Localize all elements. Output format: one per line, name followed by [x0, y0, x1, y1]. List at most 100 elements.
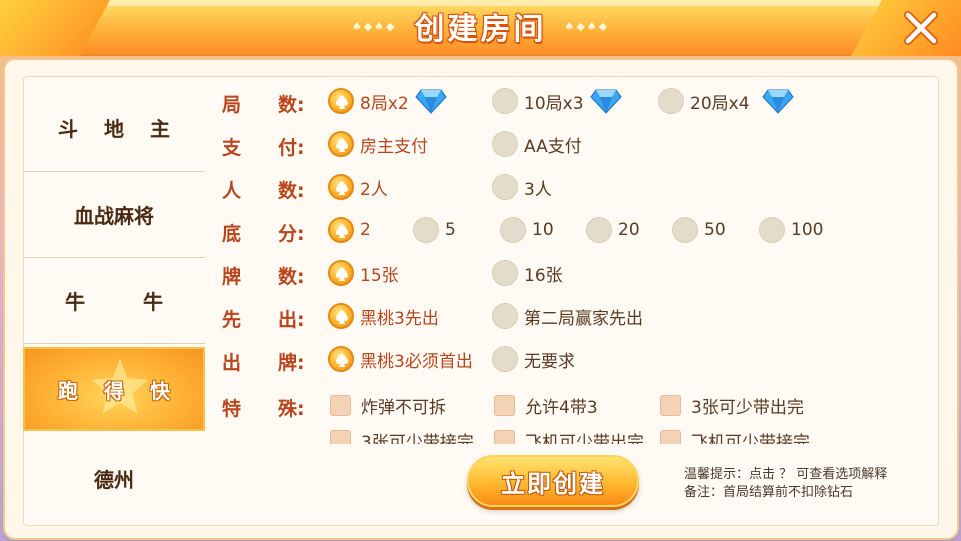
option-label: 黑桃3必须首出 — [360, 351, 473, 372]
option-rounds-8[interactable]: 8局x2 — [328, 88, 447, 114]
checkbox-box — [660, 395, 681, 416]
option-rounds-10[interactable]: 10局x3 — [492, 88, 622, 114]
radio-selected — [328, 217, 354, 243]
option-cards-16[interactable]: 16张 — [492, 260, 563, 286]
option-players-3[interactable]: 3人 — [492, 174, 552, 200]
sidebar-item-niuniu[interactable]: 牛牛 — [23, 258, 205, 344]
radio-unselected — [492, 88, 518, 114]
special-options-overflow: 3张可少带接完 飞机可少带出完 飞机可少带接完 — [222, 424, 942, 444]
checkbox-3-less-connect[interactable]: 3张可少带接完 — [330, 428, 474, 444]
option-rounds-20[interactable]: 20局x4 — [658, 88, 794, 114]
option-score-50[interactable]: 50 — [672, 217, 726, 243]
option-pay-aa[interactable]: AA支付 — [492, 131, 582, 157]
title-deco-left: ♠◆♠◆ — [351, 19, 397, 33]
radio-unselected — [413, 217, 439, 243]
option-score-100[interactable]: 100 — [759, 217, 823, 243]
option-label: 10局x3 — [524, 93, 584, 114]
diamond-icon — [415, 89, 447, 114]
option-label: 无要求 — [524, 351, 575, 372]
sidebar-item-xuezhan[interactable]: 血战麻将 — [23, 172, 205, 258]
checkbox-3-less-out[interactable]: 3张可少带出完 — [660, 393, 804, 418]
option-play-spade3[interactable]: 黑桃3必须首出 — [328, 346, 473, 372]
close-icon — [904, 11, 938, 45]
option-label: 5 — [445, 220, 456, 240]
option-pay-owner[interactable]: 房主支付 — [328, 131, 428, 157]
option-score-5[interactable]: 5 — [413, 217, 456, 243]
radio-selected — [328, 174, 354, 200]
option-score-10[interactable]: 10 — [500, 217, 554, 243]
sidebar-item-label: 跑得快 — [58, 378, 196, 403]
sidebar-item-doudizhu[interactable]: 斗地主 — [23, 84, 205, 172]
page-title: 创建房间 — [414, 12, 547, 47]
checkbox-plane-less-connect[interactable]: 飞机可少带接完 — [660, 428, 810, 444]
title-bar: ♠◆♠◆ 创建房间 ♠◆♠◆ — [0, 0, 961, 56]
option-first-winner[interactable]: 第二局赢家先出 — [492, 303, 643, 329]
option-label: 20局x4 — [690, 93, 750, 114]
radio-unselected — [500, 217, 526, 243]
checkbox-box — [660, 430, 681, 444]
option-score-20[interactable]: 20 — [586, 217, 640, 243]
spade-icon — [336, 310, 348, 324]
option-label: 8局x2 — [360, 93, 409, 114]
title-deco-right: ♠◆♠◆ — [564, 19, 610, 33]
option-label: 16张 — [524, 265, 563, 286]
option-label: 100 — [791, 220, 824, 240]
sidebar-item-label: 德州 — [94, 467, 134, 492]
option-label: 3张可少带接完 — [361, 433, 474, 444]
option-label: 房主支付 — [360, 136, 428, 157]
checkbox-box — [330, 430, 351, 444]
checkbox-box — [494, 430, 515, 444]
option-label: 2 — [360, 220, 371, 240]
option-play-none[interactable]: 无要求 — [492, 346, 575, 372]
option-label: 15张 — [360, 265, 399, 286]
diamond-icon — [761, 89, 794, 114]
option-label: 炸弹不可拆 — [361, 398, 446, 418]
radio-selected — [328, 131, 354, 157]
note-text: 备注：首局结算前不扣除钻石 — [684, 485, 854, 500]
option-label: 10 — [532, 220, 554, 240]
hint-text: 温馨提示：点击 ？ 可查看选项解释 — [684, 467, 888, 482]
checkbox-box — [494, 395, 515, 416]
create-room-button[interactable]: 立即创建 — [467, 455, 639, 507]
checkbox-4-with-3[interactable]: 允许4带3 — [494, 393, 598, 418]
option-label: 2人 — [360, 179, 388, 200]
spade-icon — [336, 138, 348, 152]
title-group: ♠◆♠◆ 创建房间 ♠◆♠◆ — [0, 0, 961, 52]
option-label: 黑桃3先出 — [360, 308, 439, 329]
option-label: 3人 — [524, 179, 552, 200]
option-first-spade3[interactable]: 黑桃3先出 — [328, 303, 439, 329]
spade-icon — [336, 95, 348, 109]
radio-selected — [328, 88, 354, 114]
spade-icon — [336, 267, 348, 281]
radio-unselected — [492, 346, 518, 372]
option-label: 飞机可少带接完 — [691, 433, 810, 444]
sidebar-item-dezhou[interactable]: 德州 — [23, 436, 205, 520]
spade-icon — [336, 224, 348, 238]
option-label: 20 — [618, 220, 640, 240]
radio-selected — [328, 346, 354, 372]
radio-selected — [328, 303, 354, 329]
spade-icon — [336, 353, 348, 367]
radio-unselected — [492, 260, 518, 286]
sidebar-item-paodekuai[interactable]: 跑得快 — [23, 347, 205, 431]
create-room-label: 立即创建 — [501, 469, 605, 498]
radio-unselected — [492, 131, 518, 157]
option-label: AA支付 — [524, 136, 582, 157]
sidebar-item-label: 血战麻将 — [74, 204, 154, 228]
checkbox-bomb[interactable]: 炸弹不可拆 — [330, 393, 446, 418]
sidebar-item-label: 牛牛 — [65, 290, 221, 314]
spade-icon — [336, 181, 348, 195]
radio-unselected — [658, 88, 684, 114]
radio-unselected — [672, 217, 698, 243]
checkbox-box — [330, 395, 351, 416]
radio-selected — [328, 260, 354, 286]
close-button[interactable] — [899, 6, 943, 50]
radio-unselected — [759, 217, 785, 243]
sidebar-item-label: 斗地主 — [58, 117, 196, 141]
option-label: 3张可少带出完 — [691, 398, 804, 418]
option-players-2[interactable]: 2人 — [328, 174, 388, 200]
options-area: 局 数: 8局x2 10局x3 20局x4 支 付: 房主支付 AA支付 人 数… — [222, 84, 942, 444]
option-cards-15[interactable]: 15张 — [328, 260, 399, 286]
option-score-2[interactable]: 2 — [328, 217, 371, 243]
checkbox-plane-less-out[interactable]: 飞机可少带出完 — [494, 428, 644, 444]
